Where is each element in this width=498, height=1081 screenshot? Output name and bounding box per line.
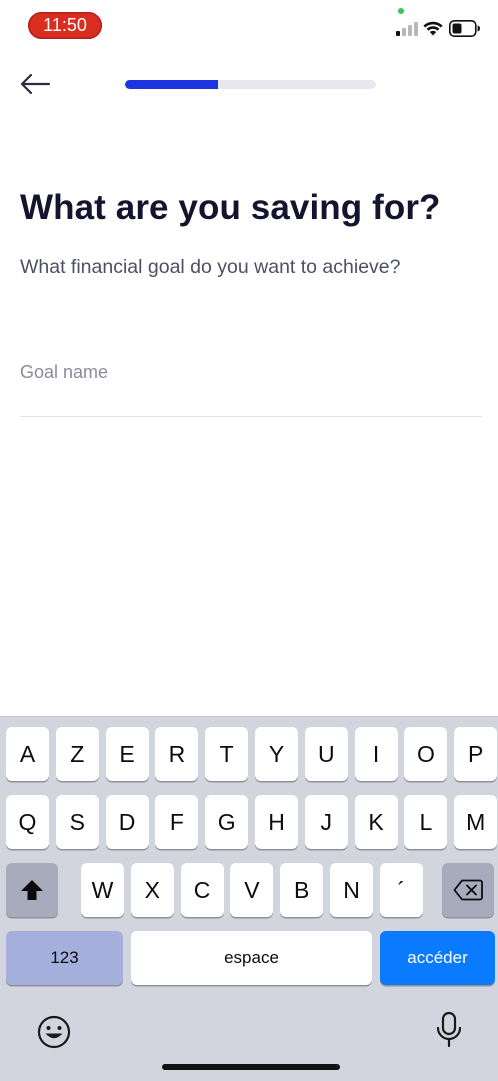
- key-i[interactable]: I: [354, 727, 398, 781]
- key-s[interactable]: S: [55, 795, 99, 849]
- key-x[interactable]: X: [130, 863, 174, 917]
- key-k[interactable]: K: [354, 795, 398, 849]
- key-m[interactable]: M: [454, 795, 498, 849]
- shift-icon: [21, 880, 43, 900]
- key-g[interactable]: G: [205, 795, 249, 849]
- key-f[interactable]: F: [155, 795, 199, 849]
- arrow-left-icon: [20, 73, 51, 95]
- key-c[interactable]: C: [180, 863, 224, 917]
- delete-key[interactable]: [442, 863, 494, 917]
- key-o[interactable]: O: [404, 727, 448, 781]
- goal-name-field: [20, 352, 482, 417]
- key-v[interactable]: V: [230, 863, 274, 917]
- microphone-icon: [436, 1011, 462, 1048]
- emoji-button[interactable]: [34, 1012, 74, 1052]
- back-button[interactable]: [14, 66, 56, 102]
- key-z[interactable]: Z: [55, 727, 99, 781]
- key-y[interactable]: Y: [255, 727, 298, 781]
- key-p[interactable]: P: [454, 727, 498, 781]
- status-bar: 11:50: [0, 0, 498, 50]
- key-l[interactable]: L: [404, 795, 448, 849]
- key-t[interactable]: T: [205, 727, 249, 781]
- key-b[interactable]: B: [280, 863, 324, 917]
- return-key[interactable]: accéder: [380, 931, 495, 985]
- backspace-icon: [453, 879, 483, 901]
- key-q[interactable]: Q: [6, 795, 49, 849]
- numbers-key[interactable]: 123: [6, 931, 123, 985]
- key-u[interactable]: U: [304, 727, 348, 781]
- key-n[interactable]: N: [330, 863, 373, 917]
- emoji-icon: [37, 1015, 71, 1049]
- keyboard: 123 espace accéder AZERTYUIOP QSDFGHJKLM W…: [0, 716, 498, 1081]
- space-key[interactable]: espace: [131, 931, 372, 985]
- key-accent[interactable]: ´: [379, 863, 423, 917]
- dictation-button[interactable]: [434, 1010, 464, 1050]
- key-j[interactable]: J: [304, 795, 348, 849]
- status-time[interactable]: 11:50: [28, 12, 102, 39]
- key-a[interactable]: A: [6, 727, 49, 781]
- page-title: What are you saving for?: [20, 188, 441, 227]
- progress-bar-fill: [125, 80, 218, 89]
- privacy-indicator-dot: [398, 8, 404, 14]
- key-e[interactable]: E: [105, 727, 149, 781]
- shift-key[interactable]: [6, 863, 58, 917]
- home-indicator: [162, 1064, 340, 1070]
- signal-icon: [396, 22, 418, 36]
- key-w[interactable]: W: [81, 863, 124, 917]
- key-h[interactable]: H: [255, 795, 298, 849]
- wifi-icon: [423, 21, 443, 36]
- key-r[interactable]: R: [155, 727, 199, 781]
- goal-name-input[interactable]: [20, 352, 482, 392]
- progress-bar: [125, 80, 376, 89]
- battery-icon: [449, 20, 480, 37]
- key-d[interactable]: D: [105, 795, 149, 849]
- page-subtitle: What financial goal do you want to achie…: [20, 256, 401, 278]
